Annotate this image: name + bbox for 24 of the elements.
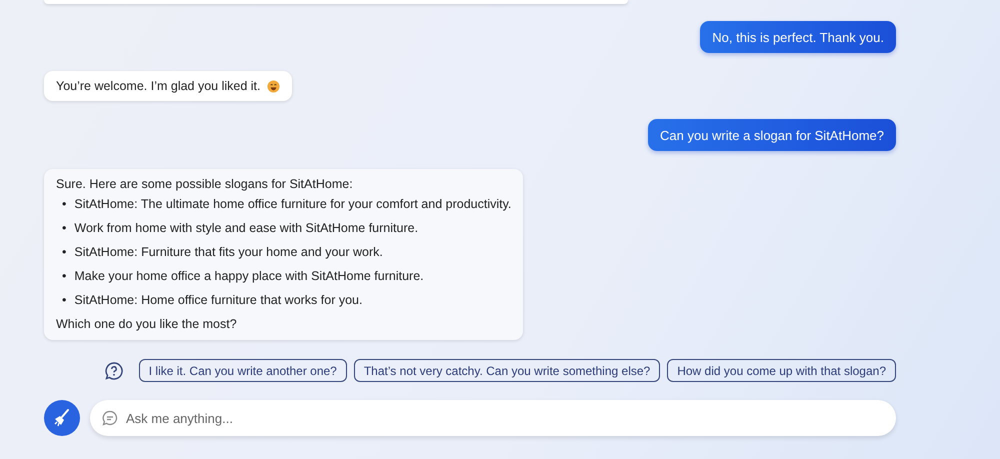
slogan-item: Make your home office a happy place with SitAtHome furniture. <box>74 268 424 284</box>
ask-field[interactable]: Ask me anything... <box>90 400 896 436</box>
message-text: Which one do you like the most? <box>56 316 238 332</box>
bullet: • <box>62 268 66 284</box>
user-message: Can you write a slogan for SitAtHome? <box>648 119 896 151</box>
slogan-item: SitAtHome: Home office furniture that works for you. <box>74 292 362 308</box>
placeholder-text: Ask me anything... <box>126 410 233 426</box>
chat-icon <box>102 410 118 426</box>
message-text: Sure. Here are some possible slogans for SitAtHome: <box>56 176 354 192</box>
bullet: • <box>62 220 66 236</box>
help-icon[interactable] <box>104 362 123 380</box>
slogan-item: SitAtHome: Furniture that fits your home and your work. <box>74 244 383 260</box>
bullet: • <box>62 292 66 308</box>
slogan-item: Work from home with style and ease with SitAtHome furniture. <box>74 220 418 236</box>
slogan-item: SitAtHome: The ultimate home office furniture for your comfort and productivity. <box>74 196 512 212</box>
message-text: You’re welcome. I’m glad you liked it. <box>56 79 260 93</box>
bullet: • <box>62 196 66 212</box>
suggestion-chip[interactable]: I like it. Can you write another one? <box>138 359 347 382</box>
broom-icon <box>52 408 72 428</box>
user-message: No, this is perfect. Thank you. <box>700 21 896 53</box>
suggestion-chip[interactable]: How did you come up with that slogan? <box>667 359 896 382</box>
new-topic-button[interactable] <box>44 400 80 436</box>
bullet: • <box>62 244 66 260</box>
suggestion-chip[interactable]: That’s not very catchy. Can you write something else? <box>354 359 660 382</box>
